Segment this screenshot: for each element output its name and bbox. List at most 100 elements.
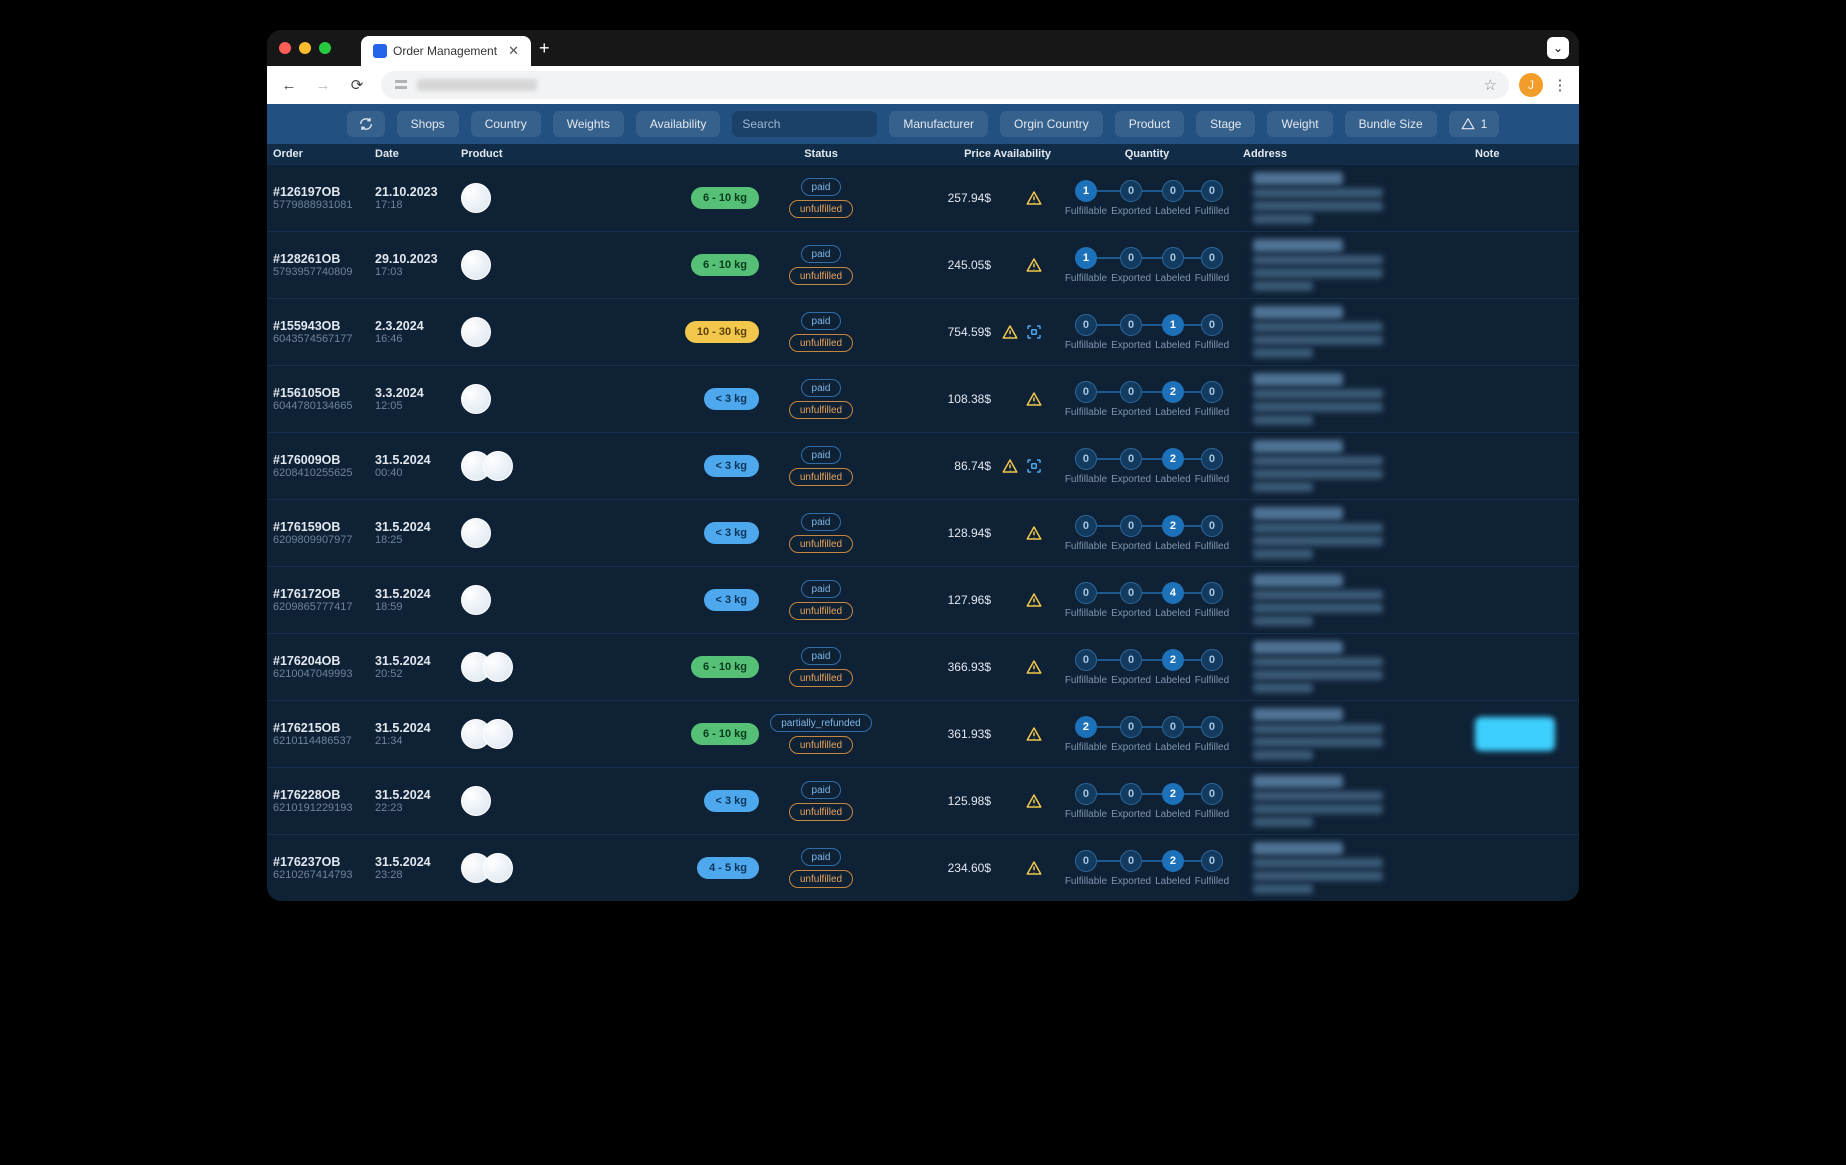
weight-pill: 6 - 10 kg — [691, 187, 759, 209]
table-row[interactable]: #128261OB579395774080929.10.202317:036 -… — [267, 231, 1579, 298]
refresh-icon — [358, 116, 374, 132]
browser-tab[interactable]: Order Management ✕ — [361, 36, 531, 66]
order-date: 31.5.2024 — [375, 855, 461, 869]
table-row[interactable]: #176215OB621011448653731.5.202421:346 - … — [267, 700, 1579, 767]
table-row[interactable]: #176228OB621019122919331.5.202422:23< 3 … — [267, 767, 1579, 834]
product-image[interactable] — [483, 451, 513, 481]
table-row[interactable]: #176159OB620980990797731.5.202418:25< 3 … — [267, 499, 1579, 566]
quantity-label: Fulfillable — [1065, 541, 1107, 552]
product-image[interactable] — [483, 652, 513, 682]
col-note: Note — [1475, 148, 1555, 160]
product-thumbnails[interactable] — [461, 585, 491, 615]
back-button[interactable]: ← — [275, 71, 303, 99]
quantity-label: Labeled — [1155, 608, 1191, 619]
bookmark-icon[interactable]: ☆ — [1484, 76, 1497, 94]
minimize-window-icon[interactable] — [299, 42, 311, 54]
app-root: Shops Country Weights Availability Searc… — [267, 104, 1579, 901]
order-id: #156105OB — [273, 386, 375, 400]
product-thumbnails[interactable] — [461, 317, 491, 347]
filter-product[interactable]: Product — [1115, 111, 1184, 137]
order-ref: 6210114486537 — [273, 735, 375, 747]
table-row[interactable]: #176009OB620841025562531.5.202400:40< 3 … — [267, 432, 1579, 499]
site-settings-icon[interactable] — [393, 77, 409, 93]
order-id: #176159OB — [273, 520, 375, 534]
quantity-node: 0 — [1120, 649, 1142, 671]
filter-weights[interactable]: Weights — [553, 111, 624, 137]
quantity-node: 2 — [1162, 649, 1184, 671]
product-image[interactable] — [461, 317, 491, 347]
tab-overflow-icon[interactable]: ⌄ — [1547, 37, 1569, 59]
address-bar[interactable]: ☆ — [381, 71, 1509, 99]
warning-icon — [1025, 256, 1043, 274]
quantity-label: Fulfillable — [1065, 474, 1107, 485]
product-thumbnails[interactable] — [461, 518, 491, 548]
product-thumbnails[interactable] — [461, 250, 491, 280]
order-time: 23:28 — [375, 869, 461, 881]
filter-origin-country[interactable]: Orgin Country — [1000, 111, 1103, 137]
filter-shops[interactable]: Shops — [397, 111, 459, 137]
status-badge: unfulfilled — [789, 468, 853, 486]
quantity-label: Fulfilled — [1195, 273, 1229, 284]
table-row[interactable]: #126197OB577988893108121.10.202317:186 -… — [267, 164, 1579, 231]
product-image[interactable] — [461, 786, 491, 816]
product-image[interactable] — [461, 585, 491, 615]
table-row[interactable]: #176237OB621026741479331.5.202423:284 - … — [267, 834, 1579, 901]
maximize-window-icon[interactable] — [319, 42, 331, 54]
quantity-label: Fulfilled — [1195, 608, 1229, 619]
new-tab-button[interactable]: + — [539, 38, 550, 59]
quantity-label: Labeled — [1155, 407, 1191, 418]
window-controls[interactable] — [279, 42, 331, 54]
availability-cell — [991, 725, 1051, 743]
product-thumbnails[interactable] — [461, 384, 491, 414]
table-body: #126197OB577988893108121.10.202317:186 -… — [267, 164, 1579, 901]
quantity-stepper: 2Fulfillable0Exported0Labeled0Fulfilled — [1051, 716, 1243, 753]
reload-button[interactable]: ⟳ — [343, 71, 371, 99]
filter-weight[interactable]: Weight — [1267, 111, 1332, 137]
product-thumbnails[interactable] — [461, 183, 491, 213]
table-row[interactable]: #155943OB60435745671772.3.202416:4610 - … — [267, 298, 1579, 365]
availability-cell — [991, 189, 1051, 207]
product-image[interactable] — [461, 384, 491, 414]
warning-icon — [1025, 792, 1043, 810]
table-row[interactable]: #156105OB60447801346653.3.202412:05< 3 k… — [267, 365, 1579, 432]
close-window-icon[interactable] — [279, 42, 291, 54]
product-image[interactable] — [461, 183, 491, 213]
order-id: #176228OB — [273, 788, 375, 802]
menu-icon[interactable]: ⋮ — [1549, 76, 1571, 94]
warning-icon — [1025, 189, 1043, 207]
filter-bundle-size[interactable]: Bundle Size — [1345, 111, 1437, 137]
quantity-node: 1 — [1075, 180, 1097, 202]
address-cell — [1243, 708, 1475, 760]
product-thumbnails[interactable] — [461, 451, 513, 481]
profile-avatar[interactable]: J — [1519, 73, 1543, 97]
quantity-node: 0 — [1201, 180, 1223, 202]
table-row[interactable]: #176204OB621004704999331.5.202420:526 - … — [267, 633, 1579, 700]
quantity-node: 0 — [1201, 783, 1223, 805]
refresh-button[interactable] — [347, 111, 385, 137]
product-image[interactable] — [483, 853, 513, 883]
order-id: #126197OB — [273, 185, 375, 199]
quantity-node: 0 — [1162, 180, 1184, 202]
product-thumbnails[interactable] — [461, 853, 513, 883]
filter-country[interactable]: Country — [471, 111, 541, 137]
note-badge[interactable] — [1475, 717, 1555, 751]
quantity-node: 0 — [1120, 381, 1142, 403]
filter-manufacturer[interactable]: Manufacturer — [889, 111, 988, 137]
product-thumbnails[interactable] — [461, 786, 491, 816]
filter-stage[interactable]: Stage — [1196, 111, 1255, 137]
product-thumbnails[interactable] — [461, 719, 513, 749]
order-ref: 6208410255625 — [273, 467, 375, 479]
table-row[interactable]: #176172OB620986577741731.5.202418:59< 3 … — [267, 566, 1579, 633]
close-tab-icon[interactable]: ✕ — [508, 43, 519, 59]
quantity-label: Labeled — [1155, 876, 1191, 887]
col-date: Date — [375, 148, 461, 160]
product-image[interactable] — [483, 719, 513, 749]
forward-button[interactable]: → — [309, 71, 337, 99]
product-image[interactable] — [461, 518, 491, 548]
quantity-node: 2 — [1162, 448, 1184, 470]
alert-button[interactable]: 1 — [1449, 111, 1500, 137]
product-thumbnails[interactable] — [461, 652, 513, 682]
filter-availability[interactable]: Availability — [636, 111, 720, 137]
search-input[interactable]: Search — [732, 111, 877, 137]
product-image[interactable] — [461, 250, 491, 280]
